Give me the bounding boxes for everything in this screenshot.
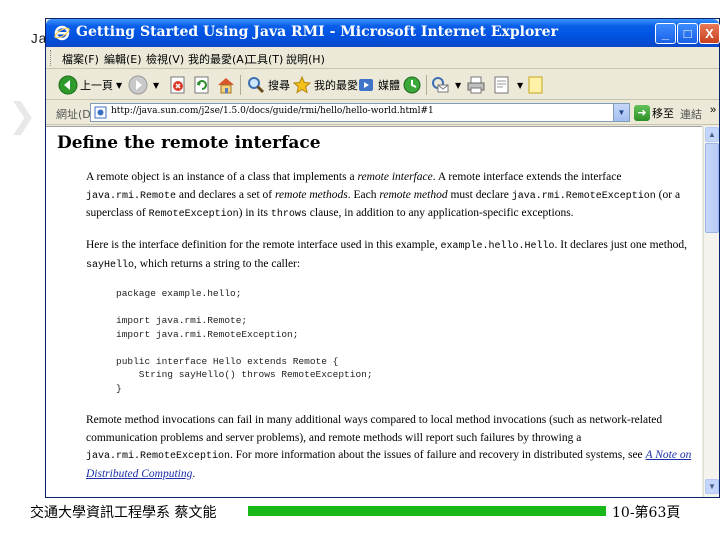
- links-more-icon[interactable]: »: [710, 104, 716, 116]
- go-label: 移至: [652, 107, 674, 120]
- back-arrow-icon: [58, 75, 78, 95]
- edit-dropdown-icon[interactable]: ▼: [517, 81, 523, 90]
- favorites-button[interactable]: 我的最愛: [292, 73, 358, 97]
- forward-dropdown-icon[interactable]: ▼: [153, 81, 159, 90]
- menu-view[interactable]: 檢視(V): [146, 51, 184, 67]
- favorites-star-icon: [292, 75, 312, 94]
- media-label: 媒體: [378, 79, 400, 92]
- media-button[interactable]: 媒體: [356, 73, 400, 97]
- toolbar-separator: [240, 75, 241, 95]
- links-label[interactable]: 連結: [680, 106, 702, 122]
- slide-decoration-icon: ❯: [8, 96, 37, 136]
- forward-arrow-icon: [128, 75, 148, 95]
- slide-footer: 交通大學資訊工程學系 蔡文能 10-第63頁: [0, 498, 720, 530]
- address-input[interactable]: http://java.sun.com/j2se/1.5.0/docs/guid…: [90, 103, 630, 122]
- edit-document-icon: [494, 76, 509, 94]
- edit-button[interactable]: ▼: [492, 73, 523, 97]
- back-button[interactable]: 上一頁 ▼: [58, 73, 122, 97]
- paragraph-failures: Remote method invocations can fail in ma…: [86, 414, 692, 480]
- close-button[interactable]: X: [699, 23, 720, 44]
- address-url: http://java.sun.com/j2se/1.5.0/docs/guid…: [111, 106, 434, 116]
- scroll-up-icon[interactable]: ▲: [705, 127, 719, 142]
- search-icon: [248, 77, 265, 94]
- scroll-thumb[interactable]: [705, 143, 719, 233]
- paragraph-remote-object: A remote object is an instance of a clas…: [86, 171, 681, 220]
- forward-button[interactable]: ▼: [128, 73, 159, 97]
- toolbar-separator: [426, 75, 427, 95]
- stop-icon[interactable]: [168, 75, 188, 95]
- print-icon[interactable]: [466, 75, 486, 95]
- menu-bar: 檔案(F) 編輯(E) 檢視(V) 我的最愛(A) 工具(T) 說明(H): [46, 47, 719, 69]
- code-block: package example.hello; import java.rmi.R…: [116, 288, 373, 394]
- messenger-icon[interactable]: [526, 75, 546, 95]
- window-title: Getting Started Using Java RMI - Microso…: [76, 24, 558, 40]
- mail-dropdown-icon[interactable]: ▼: [455, 81, 461, 90]
- go-button[interactable]: ➜ 移至: [634, 104, 674, 122]
- minimize-button[interactable]: _: [655, 23, 676, 44]
- history-icon[interactable]: [402, 75, 422, 95]
- maximize-button[interactable]: □: [677, 23, 698, 44]
- search-button[interactable]: 搜尋: [246, 73, 290, 97]
- media-icon: [359, 79, 373, 91]
- footer-department: 交通大學資訊工程學系 蔡文能: [30, 505, 217, 521]
- back-label: 上一頁: [80, 79, 113, 92]
- page-content: Define the remote interface A remote obj…: [46, 126, 702, 497]
- address-bar: 網址(D) http://java.sun.com/j2se/1.5.0/doc…: [46, 101, 719, 125]
- title-bar[interactable]: Getting Started Using Java RMI - Microso…: [46, 19, 720, 47]
- scroll-down-icon[interactable]: ▼: [705, 479, 719, 494]
- menu-file[interactable]: 檔案(F): [62, 51, 99, 67]
- mail-button[interactable]: ▼: [430, 73, 461, 97]
- footer-green-bar: [248, 506, 606, 516]
- search-label: 搜尋: [268, 79, 290, 92]
- menu-favorites[interactable]: 我的最愛(A): [188, 51, 248, 67]
- menu-edit[interactable]: 編輯(E): [104, 51, 142, 67]
- mail-icon: [432, 77, 449, 93]
- refresh-icon[interactable]: [192, 75, 212, 95]
- page-heading: Define the remote interface: [57, 133, 321, 153]
- browser-window: Getting Started Using Java RMI - Microso…: [45, 18, 720, 498]
- ie-logo-icon: [54, 25, 70, 41]
- menu-help[interactable]: 說明(H): [286, 51, 325, 67]
- menu-tools[interactable]: 工具(T): [246, 51, 283, 67]
- go-arrow-icon: ➜: [634, 105, 650, 121]
- footer-page-number: 10-第63頁: [612, 505, 681, 521]
- back-dropdown-icon[interactable]: ▼: [116, 81, 122, 90]
- paragraph-interface-definition: Here is the interface definition for the…: [86, 239, 688, 271]
- standard-toolbar: 上一頁 ▼ ▼ 搜尋 我的最愛 媒體 ▼ ▼: [46, 70, 719, 100]
- address-dropdown-icon[interactable]: ▼: [613, 104, 629, 121]
- page-icon: [94, 106, 107, 119]
- home-icon[interactable]: [216, 75, 236, 95]
- favorites-label: 我的最愛: [314, 79, 358, 92]
- vertical-scrollbar[interactable]: ▲ ▼: [703, 126, 719, 497]
- menu-grip[interactable]: [50, 50, 53, 66]
